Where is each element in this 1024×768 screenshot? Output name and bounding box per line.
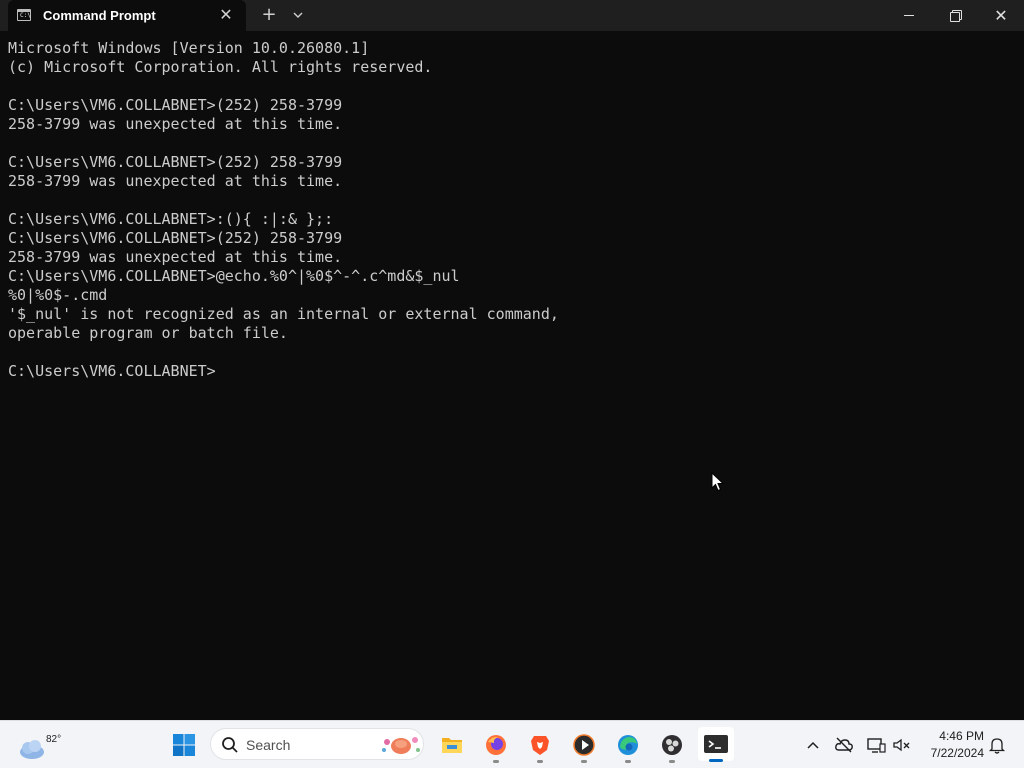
console-line: C:\Users\VM6.COLLABNET>(252) 258-3799 [8,229,343,247]
search-icon [222,737,238,753]
command-prompt-icon-glyph: C:\ [20,12,31,19]
clock-date: 7/22/2024 [930,746,984,760]
console-line: '$_nul' is not recognized as an internal… [8,305,559,323]
obs-icon [662,735,682,755]
console-line: C:\Users\VM6.COLLABNET> [8,362,216,380]
cloud-offline-icon[interactable] [834,735,854,755]
running-indicator [581,760,587,763]
taskbar-media-player[interactable] [568,729,600,763]
running-indicator [493,760,499,763]
mouse-pointer-icon [711,471,725,492]
console-line: 258-3799 was unexpected at this time. [8,248,343,266]
active-indicator [709,759,723,762]
cloud-icon [20,740,44,759]
console-line: C:\Users\VM6.COLLABNET>@echo.%0^|%0$^-^.… [8,267,460,285]
restore-button[interactable] [932,0,978,31]
console-line: operable program or batch file. [8,324,288,342]
network-icon[interactable] [866,735,886,755]
close-window-button[interactable]: ✕ [978,0,1024,31]
taskbar-file-explorer[interactable] [436,729,468,761]
search-box[interactable]: Search [210,728,424,760]
clock-time: 4:46 PM [939,729,984,743]
notification-bell-icon[interactable] [987,735,1007,755]
windows-logo-icon [173,734,195,756]
volume-muted-icon[interactable] [892,735,912,755]
console-line: C:\Users\VM6.COLLABNET>(252) 258-3799 [8,96,343,114]
taskbar-firefox[interactable] [480,729,512,763]
weather-widget[interactable]: 82° [14,725,64,765]
brave-icon [531,736,549,755]
title-bar: C:\ Command Prompt ✕ + ✕ [0,0,1024,31]
firefox-icon [486,735,506,755]
console-line: (c) Microsoft Corporation. All rights re… [8,58,433,76]
media-player-icon [573,734,595,756]
file-explorer-icon [442,738,462,753]
console-line: C:\Users\VM6.COLLABNET>(252) 258-3799 [8,153,343,171]
tab-command-prompt[interactable]: C:\ Command Prompt ✕ [8,0,246,31]
edge-icon [618,735,638,755]
taskbar-brave[interactable] [524,729,556,763]
console-line: 258-3799 was unexpected at this time. [8,172,343,190]
search-label: Search [246,737,291,753]
chevron-down-icon[interactable] [288,5,308,25]
taskbar-obs[interactable] [656,729,688,763]
command-prompt-icon: C:\ [17,9,31,21]
tab-title: Command Prompt [43,8,156,23]
new-tab-button[interactable]: + [258,4,280,26]
taskbar-edge[interactable] [612,729,644,763]
taskbar: 82° Search 4:46 PM 7/22/2024 [0,720,1024,768]
weather-temperature: 82° [46,734,62,745]
running-indicator [669,760,675,763]
running-indicator [537,760,543,763]
terminal-icon [704,735,728,753]
running-indicator [625,760,631,763]
console-line: 258-3799 was unexpected at this time. [8,115,343,133]
console-line: %0|%0$-.cmd [8,286,108,304]
tab-close-icon[interactable]: ✕ [216,5,236,25]
minimize-button[interactable] [886,0,932,31]
chevron-up-icon[interactable] [803,735,823,755]
console-output[interactable]: Microsoft Windows [Version 10.0.26080.1]… [8,39,1018,719]
restore-front-square [950,12,960,22]
start-button[interactable] [172,733,196,757]
console-line: Microsoft Windows [Version 10.0.26080.1] [8,39,370,57]
search-highlight-icon [382,737,420,754]
console-line: C:\Users\VM6.COLLABNET>:(){ :|:& };: [8,210,334,228]
taskbar-terminal[interactable] [698,727,734,762]
